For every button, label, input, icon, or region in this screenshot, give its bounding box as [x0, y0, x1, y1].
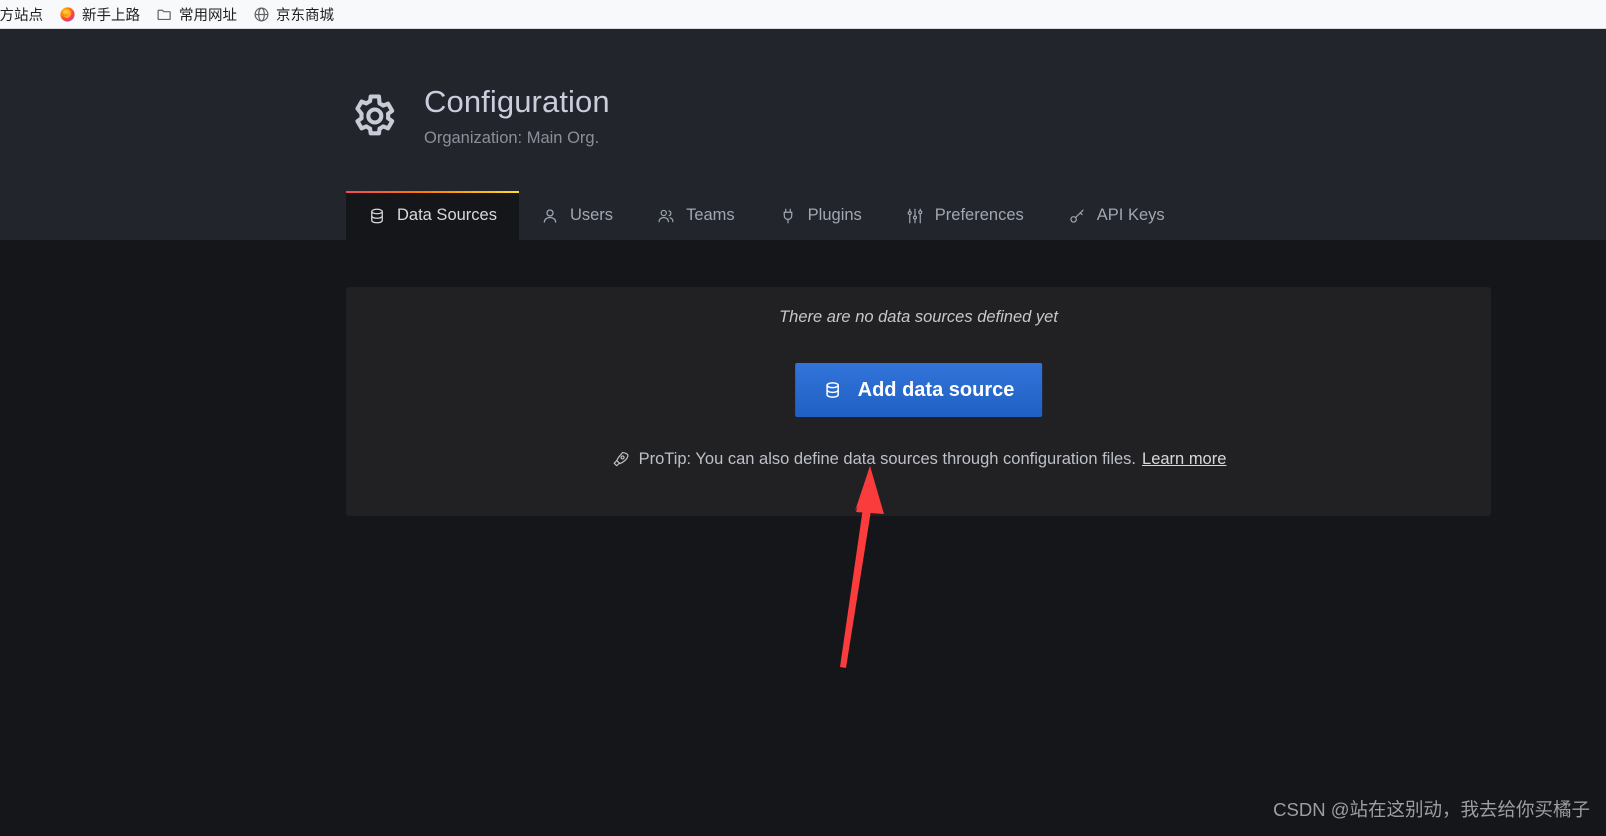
bookmark-item-2[interactable]: 常用网址: [148, 2, 245, 26]
tab-label: Users: [569, 206, 614, 225]
globe-icon: [253, 6, 270, 23]
page-subtitle: Organization: Main Org.: [424, 129, 600, 147]
tab-data-sources[interactable]: Data Sources: [346, 191, 519, 240]
tab-label: Data Sources: [397, 206, 497, 225]
bookmark-label: 常用网址: [179, 7, 237, 24]
bookmark-label: 京东商城: [276, 7, 334, 24]
data-sources-panel: There are no data sources defined yet Ad…: [346, 287, 1491, 516]
add-data-source-label: Add data source: [857, 378, 1015, 401]
database-icon: [823, 379, 842, 401]
grafana-app: Configuration Organization: Main Org. Da…: [0, 29, 1606, 836]
rocket-icon: [611, 450, 630, 469]
tab-label: Teams: [686, 206, 735, 225]
protip-text: ProTip: You can also define data sources…: [638, 450, 1137, 468]
firefox-icon: [59, 6, 76, 23]
database-icon: [368, 207, 386, 225]
tab-api-keys[interactable]: API Keys: [1046, 191, 1187, 240]
bookmark-item-1[interactable]: 新手上路: [51, 2, 148, 26]
folder-icon: [156, 6, 173, 23]
sliders-icon: [906, 207, 924, 225]
tab-label: API Keys: [1096, 206, 1165, 225]
key-icon: [1068, 207, 1086, 225]
bookmark-label: 官方站点: [0, 7, 43, 24]
bookmark-item-3[interactable]: 京东商城: [245, 2, 342, 26]
protip-learn-more-link[interactable]: Learn more: [1142, 450, 1226, 469]
add-data-source-button[interactable]: Add data source: [794, 363, 1043, 417]
empty-state-message: There are no data sources defined yet: [779, 308, 1058, 326]
csdn-watermark: CSDN @站在这别动，我去给你买橘子: [1273, 799, 1590, 820]
tab-preferences[interactable]: Preferences: [884, 191, 1046, 240]
gear-icon: [346, 90, 398, 142]
page-title: Configuration: [424, 84, 610, 119]
tab-label: Preferences: [934, 206, 1024, 225]
settings-tab-bar: Data Sources Users Teams Plugins Prefere…: [346, 191, 1187, 240]
tab-teams[interactable]: Teams: [635, 191, 757, 240]
page-header: Configuration Organization: Main Org.: [346, 84, 610, 149]
bookmark-label: 新手上路: [82, 7, 140, 24]
plug-icon: [779, 207, 797, 225]
tab-users[interactable]: Users: [519, 191, 635, 240]
browser-bookmark-bar: 官方站点 新手上路 常: [0, 0, 1606, 29]
tab-label: Plugins: [807, 206, 862, 225]
tab-plugins[interactable]: Plugins: [757, 191, 884, 240]
protip-row: ProTip: You can also define data sources…: [346, 450, 1491, 469]
users-icon: [657, 207, 675, 225]
user-icon: [541, 207, 559, 225]
bookmark-item-0[interactable]: 官方站点: [0, 2, 51, 26]
page-header-text: Configuration Organization: Main Org.: [424, 84, 610, 149]
